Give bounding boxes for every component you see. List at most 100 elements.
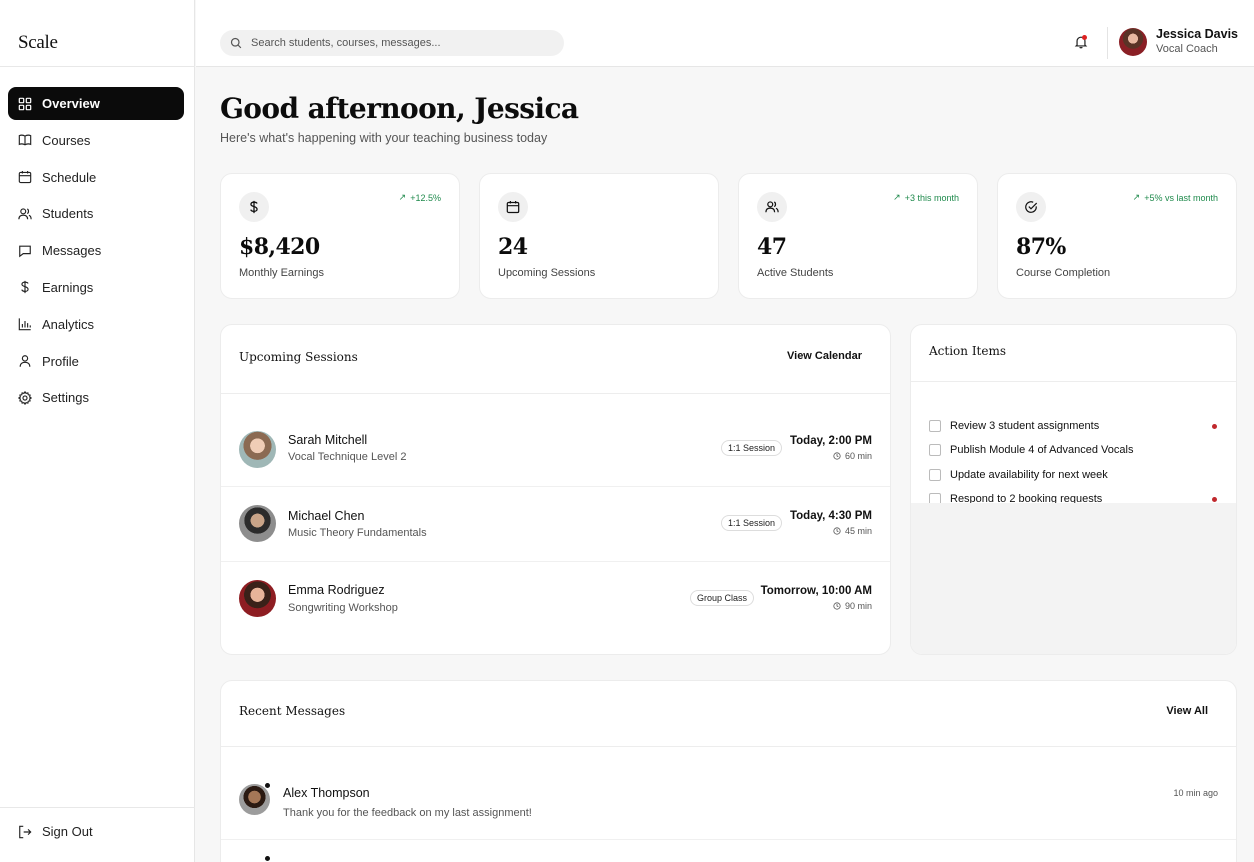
divider [221,486,890,487]
trend-up-icon: ↗ [1132,192,1141,202]
action-items-panel: Action Items Review 3 student assignment… [910,324,1237,655]
sidebar-item-label: Analytics [42,316,95,332]
notification-dot [1082,35,1087,40]
search-icon [230,37,242,49]
check-circle-icon [1016,192,1046,222]
grid-icon [18,97,32,111]
session-duration: 90 min [833,601,872,611]
sidebar-item-label: Earnings [42,279,94,295]
clock-icon [833,602,841,610]
sidebar-item-label: Courses [42,132,91,148]
unread-indicator [264,782,271,789]
calendar-icon [498,192,528,222]
avatar [239,431,276,468]
sidebar-item-overview[interactable]: Overview [8,87,184,120]
sidebar-item-label: Profile [42,353,79,369]
divider [1107,27,1108,59]
sidebar-item-students[interactable]: Students [8,197,184,230]
clock-icon [833,452,841,460]
action-item[interactable]: Publish Module 4 of Advanced Vocals [929,442,1217,458]
checkbox[interactable] [929,469,941,481]
clock-icon [833,527,841,535]
trend-up-icon: ↗ [398,192,407,202]
bar-chart-icon [18,317,32,331]
users-icon [757,192,787,222]
logout-icon [18,825,32,839]
message-time: 10 min ago [1173,788,1218,798]
sidebar-nav: Overview Courses Schedule Students Messa… [8,87,184,418]
duration-text: 60 min [844,451,872,461]
session-duration: 60 min [833,451,872,461]
divider [911,381,1236,382]
trend-indicator: ↗ +5% vs last month [1133,192,1218,203]
action-item[interactable]: Update availability for next week [929,467,1217,483]
session-duration: 45 min [833,526,872,536]
course-name: Songwriting Workshop [288,602,398,614]
sidebar-item-settings[interactable]: Settings [8,381,184,414]
user-role: Vocal Coach [1156,43,1218,55]
upcoming-sessions-panel: Upcoming Sessions View Calendar Sarah Mi… [220,324,891,655]
trend-indicator: ↗ +12.5% [399,192,441,203]
trend-text: +12.5% [410,192,441,203]
student-name: Michael Chen [288,509,365,523]
action-item[interactable]: Review 3 student assignments [929,418,1217,434]
stat-value: 47 [757,234,787,260]
divider [221,393,890,394]
session-type-badge: 1:1 Session [720,515,782,531]
sign-out-button[interactable]: Sign Out [18,824,93,839]
avatar [239,505,276,542]
brand-logo[interactable]: Scale [18,32,58,54]
sidebar-item-earnings[interactable]: Earnings [8,271,184,304]
divider [0,807,195,808]
sidebar-item-schedule[interactable]: Schedule [8,161,184,194]
view-calendar-link[interactable]: View Calendar [787,350,862,362]
stat-label: Monthly Earnings [239,267,324,279]
stat-label: Upcoming Sessions [498,267,596,279]
page-subtitle: Here's what's happening with your teachi… [220,131,548,145]
stat-label: Active Students [757,267,834,279]
avatar[interactable] [1119,28,1147,56]
stat-card-completion: ↗ +5% vs last month 87% Course Completion [997,173,1237,299]
unread-indicator [264,855,271,862]
session-time: Today, 2:00 PM [789,435,872,447]
section-title: Recent Messages [239,704,346,718]
stat-value: $8,420 [239,234,320,260]
course-name: Vocal Technique Level 2 [288,451,407,463]
action-item-label: Publish Module 4 of Advanced Vocals [950,444,1134,456]
divider [221,839,1236,840]
trend-text: +5% vs last month [1144,192,1218,203]
view-all-link[interactable]: View All [1166,705,1208,717]
checkbox[interactable] [929,444,941,456]
urgent-indicator [1212,424,1217,429]
sidebar-item-profile[interactable]: Profile [8,345,184,378]
stat-value: 87% [1016,234,1066,260]
trend-indicator: ↗ +3 this month [893,192,959,203]
recent-messages-panel: Recent Messages View All Alex Thompson T… [220,680,1237,862]
stat-card-earnings: ↗ +12.5% $8,420 Monthly Earnings [220,173,460,299]
sidebar: Scale Overview Courses Schedule Students… [0,0,195,862]
panel-empty-area [911,503,1236,654]
sidebar-item-label: Students [42,206,94,222]
divider [221,561,890,562]
sidebar-item-label: Overview [42,96,100,111]
session-time: Tomorrow, 10:00 AM [760,585,872,597]
sidebar-item-courses[interactable]: Courses [8,124,184,157]
calendar-icon [18,170,32,184]
message-icon [18,244,32,258]
avatar [239,580,276,617]
stat-value: 24 [498,234,528,260]
sign-out-label: Sign Out [42,824,93,839]
sidebar-item-analytics[interactable]: Analytics [8,308,184,341]
user-icon [18,354,32,368]
users-icon [18,207,32,221]
action-item-label: Update availability for next week [950,469,1108,481]
sidebar-item-label: Settings [42,390,89,406]
sidebar-item-label: Messages [42,243,102,259]
sender-name: Alex Thompson [283,786,370,800]
search-input[interactable] [251,37,551,49]
session-time: Today, 4:30 PM [789,510,872,522]
sidebar-item-messages[interactable]: Messages [8,234,184,267]
duration-text: 45 min [844,526,872,536]
checkbox[interactable] [929,420,941,432]
search-bar[interactable] [220,30,564,56]
